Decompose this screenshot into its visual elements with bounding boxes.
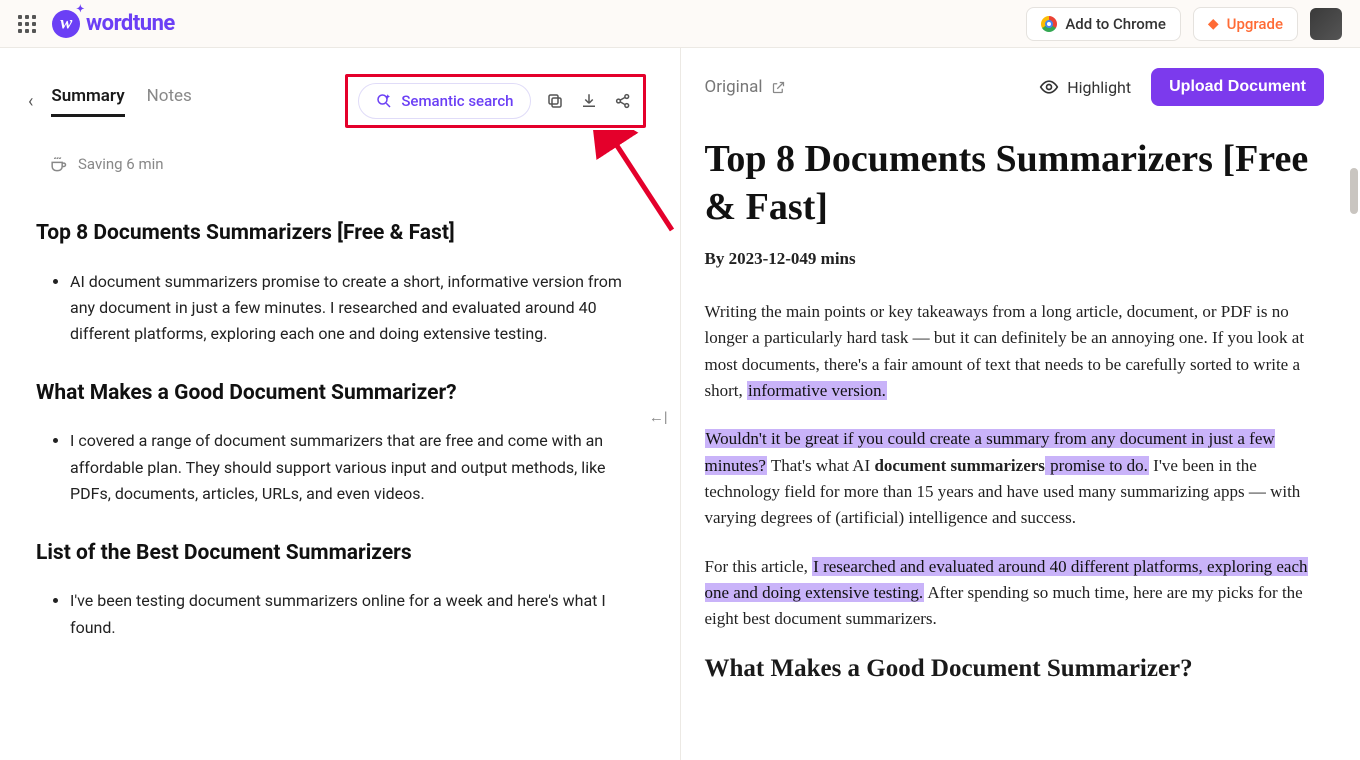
collapse-handle-icon[interactable]: ←| <box>649 408 668 426</box>
upload-document-button[interactable]: Upload Document <box>1151 68 1324 106</box>
article-p3: For this article, I researched and evalu… <box>705 554 1325 633</box>
brand-name: wordtune <box>86 11 175 36</box>
highlight-toggle[interactable]: Highlight <box>1039 77 1131 97</box>
highlight-span: promise to do. <box>1045 456 1149 475</box>
add-to-chrome-button[interactable]: Add to Chrome <box>1026 7 1181 41</box>
left-header: ‹ Summary Notes Semantic search <box>0 48 680 150</box>
article-body: Top 8 Documents Summarizers [Free & Fast… <box>681 116 1360 758</box>
tabs: Summary Notes <box>51 86 191 117</box>
original-label: Original <box>705 77 763 97</box>
summary-content: Top 8 Documents Summarizers [Free & Fast… <box>0 188 680 669</box>
article-title: Top 8 Documents Summarizers [Free & Fast… <box>705 136 1325 231</box>
copy-icon[interactable] <box>545 91 565 111</box>
right-header: Original Highlight Upload Document <box>681 48 1360 116</box>
right-pane: Original Highlight Upload Document Top 8… <box>681 48 1360 760</box>
add-to-chrome-label: Add to Chrome <box>1065 15 1166 33</box>
download-icon[interactable] <box>579 91 599 111</box>
coffee-icon <box>48 154 68 174</box>
back-chevron-icon[interactable]: ‹ <box>28 91 33 112</box>
tab-summary[interactable]: Summary <box>51 86 124 117</box>
apps-grid-icon[interactable] <box>18 15 36 33</box>
chrome-icon <box>1041 16 1057 32</box>
main: ‹ Summary Notes Semantic search <box>0 48 1360 760</box>
topbar: wordtune Add to Chrome ◆ Upgrade <box>0 0 1360 48</box>
highlight-label: Highlight <box>1067 78 1131 97</box>
share-icon[interactable] <box>613 91 633 111</box>
article-p1: Writing the main points or key takeaways… <box>705 299 1325 404</box>
saving-row: Saving 6 min <box>0 150 680 188</box>
avatar[interactable] <box>1310 8 1342 40</box>
summary-heading-1: Top 8 Documents Summarizers [Free & Fast… <box>36 216 644 251</box>
upgrade-button[interactable]: ◆ Upgrade <box>1193 7 1298 41</box>
upgrade-label: Upgrade <box>1227 15 1283 33</box>
scrollbar-thumb[interactable] <box>1350 168 1358 214</box>
sparkle-search-icon <box>375 92 393 110</box>
external-link-icon <box>771 80 786 95</box>
semantic-search-button[interactable]: Semantic search <box>358 83 530 119</box>
logo-mark-icon <box>52 10 80 38</box>
summary-heading-3: List of the Best Document Summarizers <box>36 536 644 571</box>
summary-bullet-3: I've been testing document summarizers o… <box>70 588 644 641</box>
brand-logo[interactable]: wordtune <box>52 10 175 38</box>
summary-heading-2: What Makes a Good Document Summarizer? <box>36 376 644 411</box>
highlight-span: informative version. <box>747 381 887 400</box>
annotation-box: Semantic search <box>345 74 645 128</box>
semantic-search-label: Semantic search <box>401 92 513 110</box>
article-section-heading: What Makes a Good Document Summarizer? <box>705 655 1325 683</box>
saving-label: Saving 6 min <box>78 155 164 173</box>
summary-bullet-2: I covered a range of document summarizer… <box>70 428 644 507</box>
diamond-icon: ◆ <box>1208 16 1219 32</box>
left-toolbar: Semantic search <box>339 68 651 134</box>
eye-icon <box>1039 77 1059 97</box>
article-byline: By 2023-12-049 mins <box>705 249 1325 269</box>
article-p2: Wouldn't it be great if you could create… <box>705 426 1325 531</box>
original-link[interactable]: Original <box>705 77 786 97</box>
left-pane: ‹ Summary Notes Semantic search <box>0 48 681 760</box>
summary-bullet-1: AI document summarizers promise to creat… <box>70 269 644 348</box>
tab-notes[interactable]: Notes <box>147 86 192 117</box>
